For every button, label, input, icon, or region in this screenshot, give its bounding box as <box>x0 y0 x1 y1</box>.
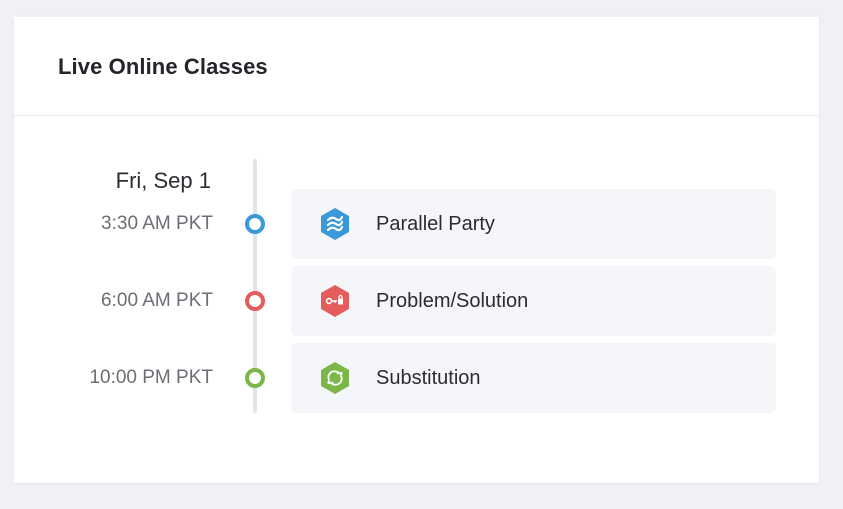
card-title: Live Online Classes <box>58 53 268 79</box>
class-time: 3:30 AM PKT <box>101 213 213 234</box>
class-name: Parallel Party <box>376 212 495 235</box>
class-card-substitution[interactable]: Substitution <box>291 343 776 413</box>
class-name: Substitution <box>376 366 481 389</box>
timeline-dot <box>245 291 265 311</box>
class-time: 10:00 PM PKT <box>89 367 213 388</box>
key-lock-icon <box>320 284 350 318</box>
class-time: 6:00 AM PKT <box>101 290 213 311</box>
live-classes-card: Live Online Classes Fri, Sep 1 3:30 AM P… <box>14 17 819 483</box>
timeline-dot <box>245 214 265 234</box>
timeline-row: 6:00 AM PKT Problem/Solution <box>14 266 819 336</box>
card-header: Live Online Classes <box>14 17 819 116</box>
class-name: Problem/Solution <box>376 289 529 312</box>
class-card-problem-solution[interactable]: Problem/Solution <box>291 266 776 336</box>
parallel-lines-icon <box>320 207 350 241</box>
timeline-row: 10:00 PM PKT Substitution <box>14 343 819 413</box>
class-card-parallel-party[interactable]: Parallel Party <box>291 189 776 259</box>
timeline-dot <box>245 368 265 388</box>
swap-arrows-icon <box>320 361 350 395</box>
timeline-row: 3:30 AM PKT Parallel Party <box>14 189 819 259</box>
